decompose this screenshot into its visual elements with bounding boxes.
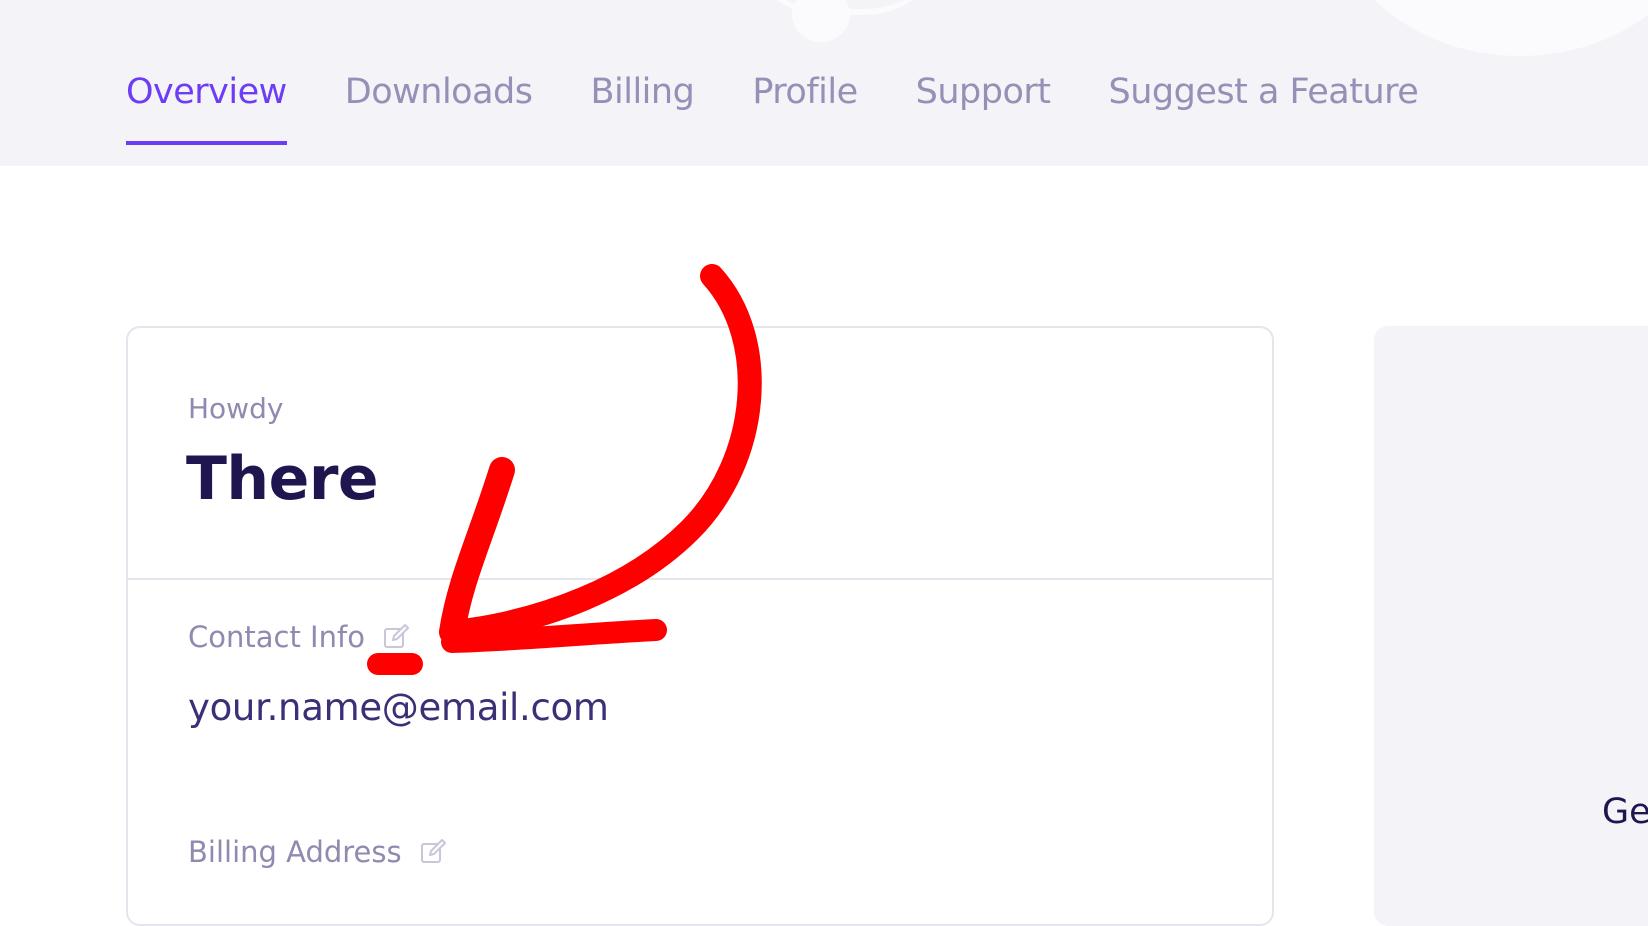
account-overview-card: Howdy There Contact Info your.name@email… (126, 326, 1274, 926)
decorative-dot (792, 0, 850, 42)
contact-email: your.name@email.com (188, 686, 609, 729)
contact-info-label: Contact Info (188, 620, 365, 654)
billing-address-heading: Billing Address (188, 835, 448, 869)
tab-support[interactable]: Support (916, 72, 1051, 144)
contact-info-edit-icon[interactable] (383, 623, 411, 651)
greeting-name: There (186, 444, 379, 514)
top-nav-band: Overview Downloads Billing Profile Suppo… (0, 0, 1648, 166)
billing-address-edit-icon[interactable] (420, 838, 448, 866)
decorative-circle (1330, 0, 1648, 56)
side-panel (1374, 326, 1648, 926)
main-tabs: Overview Downloads Billing Profile Suppo… (126, 72, 1419, 145)
tab-overview[interactable]: Overview (126, 72, 287, 145)
card-divider (128, 578, 1272, 580)
tab-suggest-a-feature[interactable]: Suggest a Feature (1109, 72, 1419, 144)
side-panel-text: Ge (1602, 792, 1648, 832)
greeting-label: Howdy (188, 392, 284, 425)
billing-address-label: Billing Address (188, 835, 402, 869)
contact-info-heading: Contact Info (188, 620, 411, 654)
tab-downloads[interactable]: Downloads (345, 72, 533, 144)
tab-billing[interactable]: Billing (591, 72, 695, 144)
tab-profile[interactable]: Profile (752, 72, 858, 144)
